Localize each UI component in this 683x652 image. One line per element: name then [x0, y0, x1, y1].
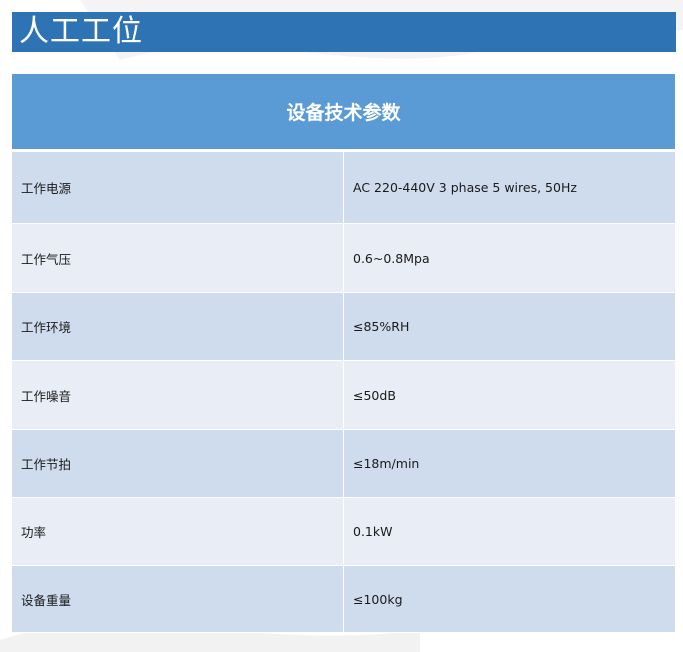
page-title: 人工工位	[19, 14, 143, 49]
spec-label: 工作噪音	[12, 360, 344, 430]
spec-value: ≤50dB	[343, 360, 675, 430]
spec-table-header-row: 设备技术参数	[12, 74, 675, 152]
spec-label: 设备重量	[12, 565, 344, 633]
spec-table: 设备技术参数 工作电源 AC 220-440V 3 phase 5 wires,…	[12, 74, 675, 633]
spec-table-heading: 设备技术参数	[12, 74, 675, 152]
table-row: 工作气压 0.6~0.8Mpa	[12, 223, 675, 293]
table-row: 工作环境 ≤85%RH	[12, 292, 675, 361]
spec-value: ≤100kg	[343, 565, 675, 633]
table-row: 工作噪音 ≤50dB	[12, 360, 675, 430]
table-row: 工作电源 AC 220-440V 3 phase 5 wires, 50Hz	[12, 150, 675, 224]
spec-value: 0.6~0.8Mpa	[343, 223, 675, 293]
spec-label: 工作环境	[12, 292, 344, 361]
spec-value: ≤18m/min	[343, 429, 675, 498]
spec-label: 工作气压	[12, 223, 344, 293]
spec-label: 工作电源	[12, 150, 344, 224]
title-bar: 人工工位	[12, 12, 676, 52]
table-row: 设备重量 ≤100kg	[12, 565, 675, 633]
spec-label: 功率	[12, 497, 344, 566]
spec-value: AC 220-440V 3 phase 5 wires, 50Hz	[343, 150, 675, 224]
spec-value: 0.1kW	[343, 497, 675, 566]
table-row: 工作节拍 ≤18m/min	[12, 429, 675, 498]
spec-value: ≤85%RH	[343, 292, 675, 361]
spec-label: 工作节拍	[12, 429, 344, 498]
table-row: 功率 0.1kW	[12, 497, 675, 566]
